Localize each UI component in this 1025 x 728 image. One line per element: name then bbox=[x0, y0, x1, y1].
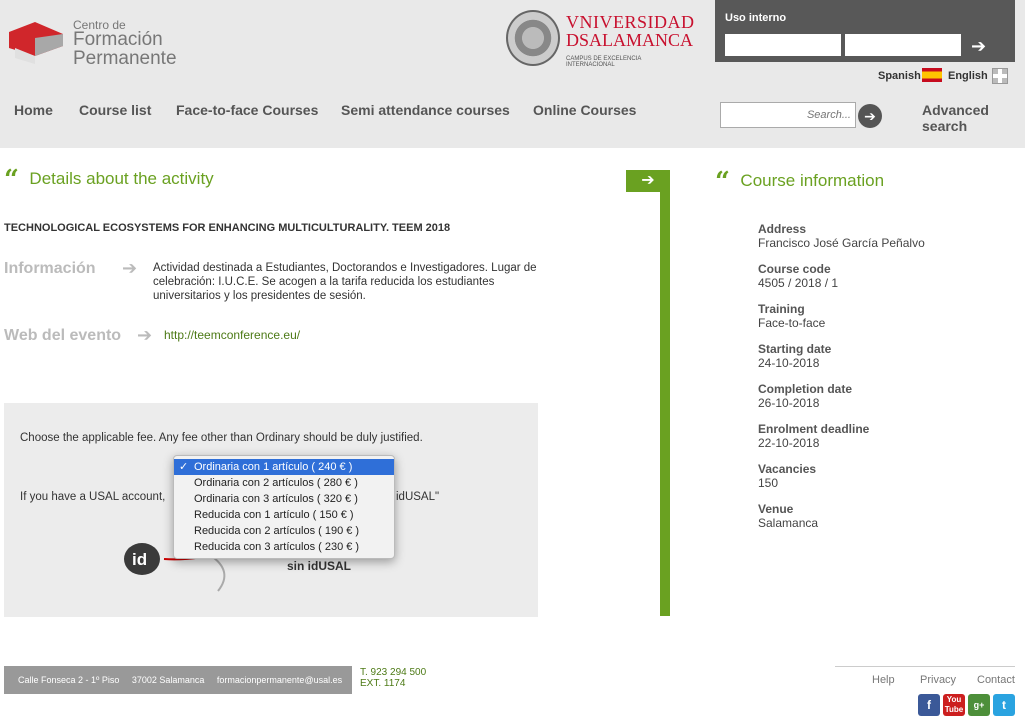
footer-privacy-link[interactable]: Privacy bbox=[920, 674, 956, 686]
course-code-value: 4505 / 2018 / 1 bbox=[758, 276, 839, 290]
fee-prompt: Choose the applicable fee. Any fee other… bbox=[20, 432, 423, 444]
usal-account-text-end: idUSAL" bbox=[396, 491, 440, 503]
footer-divider bbox=[835, 666, 1015, 667]
training-label: Training bbox=[758, 302, 805, 316]
completion-date-value: 26-10-2018 bbox=[758, 396, 820, 410]
internal-login-panel: Uso interno ➔ bbox=[715, 0, 1015, 62]
quote-icon: “ bbox=[715, 167, 730, 197]
activity-name: TECHNOLOGICAL ECOSYSTEMS FOR ENHANCING M… bbox=[4, 222, 451, 234]
uk-flag-icon[interactable] bbox=[992, 68, 1008, 84]
cfp-logo-line2: Formación Permanente bbox=[73, 29, 177, 69]
google-icon[interactable]: g+ bbox=[968, 694, 990, 716]
course-info-heading: “ Course information bbox=[715, 167, 885, 197]
info-text: Actividad destinada a Estudiantes, Docto… bbox=[153, 262, 537, 302]
user-field[interactable] bbox=[725, 34, 841, 56]
web-arrow-icon: ➔ bbox=[137, 325, 153, 345]
enrolment-deadline-value: 22-10-2018 bbox=[758, 436, 820, 450]
footer-phone: T. 923 294 500 EXT. 1174 bbox=[360, 667, 427, 689]
web-label: Web del evento bbox=[4, 327, 122, 344]
green-divider bbox=[660, 190, 670, 616]
training-value: Face-to-face bbox=[758, 316, 826, 330]
footer-address: Calle Fonseca 2 - 1º Piso 37002 Salamanc… bbox=[4, 666, 352, 694]
fee-option[interactable]: Ordinaria con 3 artículos ( 320 € ) bbox=[174, 491, 394, 507]
footer-help-link[interactable]: Help bbox=[872, 674, 895, 686]
usal-seal-icon bbox=[506, 10, 560, 66]
address-label: Address bbox=[758, 222, 807, 236]
login-arrow-icon[interactable]: ➔ bbox=[971, 36, 986, 57]
vacancies-label: Vacancies bbox=[758, 462, 817, 476]
nav-online[interactable]: Online Courses bbox=[533, 102, 636, 118]
venue-label: Venue bbox=[758, 502, 794, 516]
uso-interno-label: Uso interno bbox=[725, 12, 787, 24]
footer-contact-link[interactable]: Contact bbox=[977, 674, 1015, 686]
enrolment-deadline-label: Enrolment deadline bbox=[758, 422, 870, 436]
info-arrow-icon: ➔ bbox=[122, 258, 138, 278]
checkmark-icon: ✓ bbox=[179, 461, 189, 473]
web-link[interactable]: http://teemconference.eu/ bbox=[164, 328, 300, 342]
lang-english[interactable]: English bbox=[948, 70, 988, 82]
facebook-icon[interactable]: f bbox=[918, 694, 940, 716]
nav-semi-attendance[interactable]: Semi attendance courses bbox=[341, 102, 510, 118]
svg-text:id: id bbox=[132, 550, 147, 569]
spain-flag-icon[interactable] bbox=[922, 68, 942, 82]
course-code-label: Course code bbox=[758, 262, 831, 276]
fee-option[interactable]: Reducida con 3 artículos ( 230 € ) bbox=[174, 539, 394, 555]
vacancies-value: 150 bbox=[758, 476, 779, 490]
quote-icon: “ bbox=[4, 165, 19, 195]
fee-select-dropdown[interactable]: ✓ Ordinaria con 1 artículo ( 240 € ) Ordi… bbox=[173, 455, 395, 559]
details-heading: “ Details about the activity bbox=[4, 165, 214, 195]
nav-face-to-face[interactable]: Face-to-face Courses bbox=[176, 102, 318, 118]
completion-date-label: Completion date bbox=[758, 382, 853, 396]
starting-date-value: 24-10-2018 bbox=[758, 356, 820, 370]
search-arrow-icon[interactable]: ➔ bbox=[858, 104, 882, 128]
cfp-logo-mark bbox=[9, 22, 63, 64]
twitter-icon[interactable]: t bbox=[993, 694, 1015, 716]
fee-option[interactable]: Reducida con 1 artículo ( 150 € ) bbox=[174, 507, 394, 523]
fee-option[interactable]: ✓ Ordinaria con 1 artículo ( 240 € ) bbox=[174, 459, 394, 475]
password-field[interactable] bbox=[845, 34, 961, 56]
usal-logo[interactable]: VNIVERSIDAD DSALAMANCA CAMPUS DE EXCELEN… bbox=[506, 10, 694, 68]
info-label: Información bbox=[4, 260, 96, 277]
lang-spanish[interactable]: Spanish bbox=[878, 70, 921, 82]
fee-option[interactable]: Ordinaria con 2 artículos ( 280 € ) bbox=[174, 475, 394, 491]
collapse-arrow-icon[interactable]: ➔ bbox=[626, 170, 670, 192]
usal-account-text: If you have a USAL account, bbox=[20, 491, 166, 503]
address-value: Francisco José García Peñalvo bbox=[758, 236, 925, 250]
fee-option[interactable]: Reducida con 2 artículos ( 190 € ) bbox=[174, 523, 394, 539]
usal-logo-line3: CAMPUS DE EXCELENCIA INTERNACIONAL bbox=[566, 56, 642, 68]
search-input[interactable] bbox=[720, 102, 856, 128]
starting-date-label: Starting date bbox=[758, 342, 832, 356]
nav-course-list[interactable]: Course list bbox=[79, 102, 151, 118]
venue-value: Salamanca bbox=[758, 516, 819, 530]
nav-home[interactable]: Home bbox=[14, 102, 53, 118]
youtube-icon[interactable]: You Tube bbox=[943, 694, 965, 716]
advanced-search-link[interactable]: Advanced search bbox=[922, 102, 1002, 134]
usal-logo-line2: DSALAMANCA bbox=[566, 30, 694, 50]
sin-idusal-button[interactable]: sin idUSAL bbox=[287, 559, 351, 573]
